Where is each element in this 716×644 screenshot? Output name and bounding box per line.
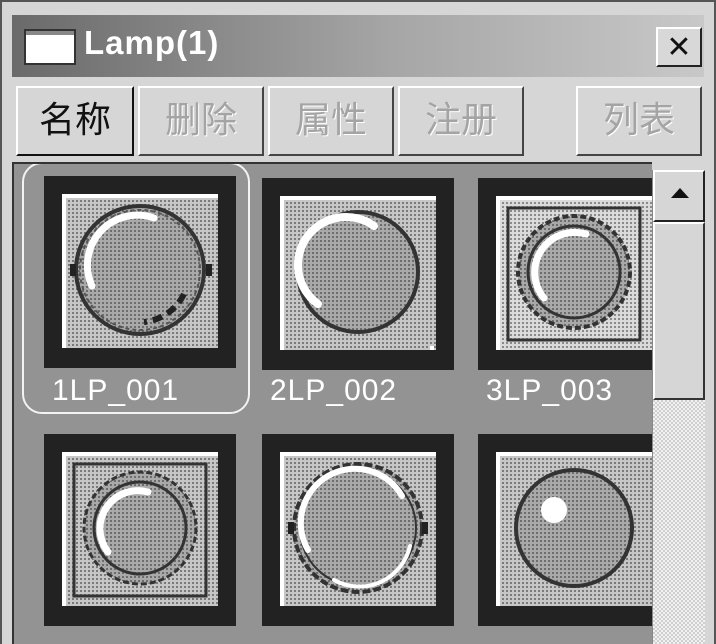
list-button[interactable]: 列表 <box>576 86 702 156</box>
toolbar: 名称 删除 属性 注册 列表 <box>12 86 704 158</box>
lamp-label-1: 1LP_001 <box>52 374 180 407</box>
lamp-thumbnail-1 <box>44 176 236 368</box>
lamp-window: Lamp(1) ✕ 名称 删除 属性 注册 列表 1LP_001 2LP_002… <box>0 0 716 644</box>
lamp-label-3: 3LP_003 <box>486 374 614 407</box>
properties-button[interactable]: 属性 <box>268 86 394 156</box>
lamp-thumbnail-5 <box>262 434 454 626</box>
delete-button[interactable]: 删除 <box>138 86 264 156</box>
window-title: Lamp(1) <box>84 24 220 61</box>
lamp-label-2: 2LP_002 <box>270 374 398 407</box>
lamp-thumbnail-4 <box>44 434 236 626</box>
lamp-item-6[interactable] <box>478 432 652 644</box>
register-button[interactable]: 注册 <box>398 86 524 156</box>
arrow-up-icon <box>671 188 689 198</box>
lamp-item-4[interactable] <box>44 432 244 644</box>
lamp-item-5[interactable] <box>262 432 462 644</box>
scroll-thumb[interactable] <box>653 222 705 400</box>
lamp-item-1[interactable]: 1LP_001 <box>22 164 252 414</box>
scroll-up-button[interactable] <box>653 170 705 222</box>
lamp-grid: 1LP_001 2LP_002 3LP_003 <box>12 162 652 644</box>
close-button[interactable]: ✕ <box>656 27 702 67</box>
lamp-thumbnail-2 <box>262 178 454 370</box>
window-icon <box>24 29 76 65</box>
lamp-item-2[interactable]: 2LP_002 <box>262 164 462 412</box>
title-bar[interactable]: Lamp(1) ✕ <box>12 15 704 77</box>
name-button[interactable]: 名称 <box>16 86 134 156</box>
lamp-thumbnail-6 <box>478 434 652 626</box>
lamp-thumbnail-3 <box>478 178 652 370</box>
lamp-item-3[interactable]: 3LP_003 <box>478 164 652 412</box>
vertical-scrollbar[interactable] <box>652 170 705 644</box>
